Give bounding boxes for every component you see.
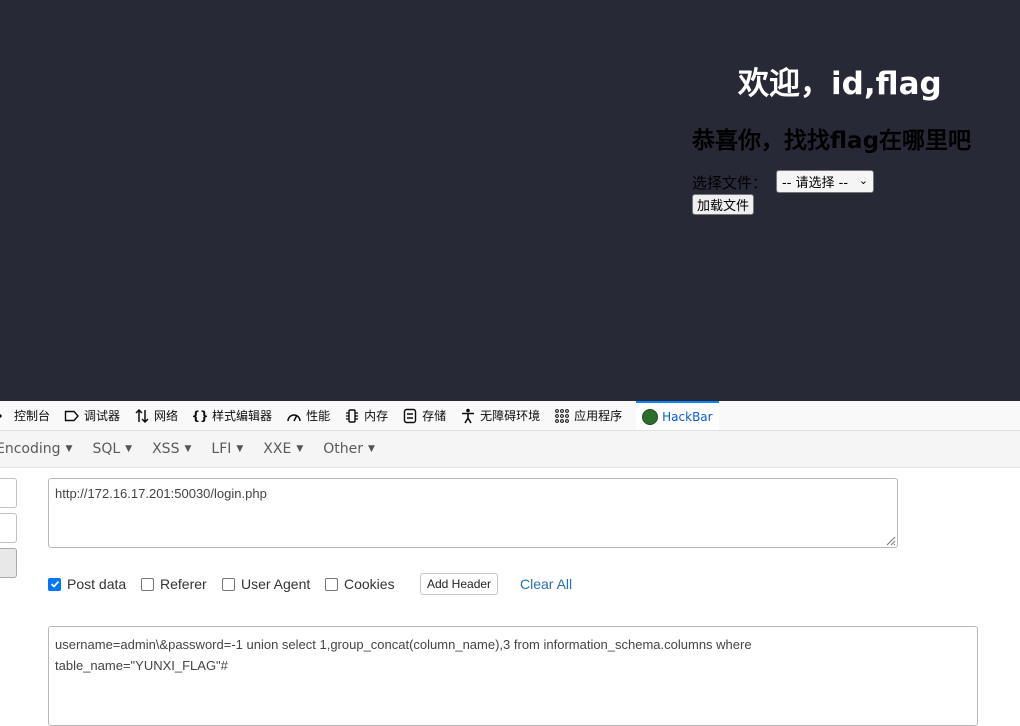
caret-down-icon: ▼ — [125, 444, 133, 454]
referer-checkbox[interactable] — [141, 577, 154, 591]
post-body-line: table_name="YUNXI_FLAG"# — [55, 658, 228, 673]
checkmark-icon — [50, 580, 59, 588]
web-page-area: 欢迎，id,flag 恭喜你，找找flag在哪里吧 选择文件： -- 请选择 -… — [0, 0, 1020, 401]
hackbar-logo-icon — [642, 408, 659, 425]
tab-application[interactable]: 应用程序 — [554, 401, 622, 430]
menu-label: XSS — [152, 441, 180, 457]
menu-label: SQL — [92, 441, 121, 457]
user-agent-checkbox[interactable] — [222, 577, 235, 591]
menu-label: Encoding — [0, 441, 61, 457]
split-url-button[interactable] — [0, 513, 17, 543]
caret-down-icon: ▼ — [236, 444, 244, 454]
menu-label: Other — [323, 441, 364, 457]
caret-down-icon: ▼ — [65, 444, 73, 454]
debugger-icon — [64, 408, 80, 424]
tab-storage[interactable]: 存储 — [402, 401, 446, 430]
menu-xss[interactable]: XSS ▼ — [152, 441, 191, 457]
tab-network[interactable]: 网络 — [134, 401, 178, 430]
tab-label: HackBar — [662, 409, 713, 424]
tab-label: 性能 — [306, 409, 331, 423]
console-icon — [0, 408, 10, 424]
user-agent-option[interactable]: User Agent — [222, 576, 310, 592]
tab-label: 调试器 — [84, 409, 121, 423]
style-editor-icon: {} — [191, 408, 209, 423]
clear-all-link[interactable]: Clear All — [520, 576, 572, 592]
congrats-subtitle: 恭喜你，找找flag在哪里吧 — [692, 128, 972, 154]
user-agent-label: User Agent — [241, 576, 311, 592]
storage-icon — [402, 408, 418, 424]
post-data-checkbox[interactable] — [48, 577, 61, 591]
tab-label: 内存 — [364, 409, 389, 423]
post-data-option[interactable]: Post data — [48, 576, 126, 592]
menu-sql[interactable]: SQL ▼ — [92, 441, 132, 457]
menu-label: XXE — [263, 441, 292, 457]
load-url-button[interactable] — [0, 478, 17, 508]
application-icon — [554, 408, 570, 424]
post-body-line: username=admin\&password=-1 union select… — [55, 637, 752, 652]
menu-label: LFI — [211, 441, 232, 457]
tab-performance[interactable]: 性能 — [286, 401, 330, 430]
file-select-dropdown[interactable]: -- 请选择 -- ⌄ — [776, 170, 874, 193]
tab-console[interactable]: 控制台 — [0, 401, 50, 430]
menu-xxe[interactable]: XXE ▼ — [263, 441, 303, 457]
tab-accessibility[interactable]: 无障碍环境 — [460, 401, 540, 430]
network-icon — [134, 408, 150, 424]
devtools-tab-bar: 控制台 调试器 网络 {} 样式编辑器 性能 内存 存储 无障碍环境 应用程序 … — [0, 401, 1020, 431]
resize-grip-icon[interactable] — [884, 534, 896, 546]
url-text: http://172.16.17.201:50030/login.php — [55, 486, 267, 501]
tab-label: 网络 — [154, 409, 179, 423]
menu-other[interactable]: Other ▼ — [323, 441, 375, 457]
post-data-label: Post data — [67, 576, 127, 592]
tab-memory[interactable]: 内存 — [344, 401, 388, 430]
file-select-value: -- 请选择 -- — [782, 176, 849, 191]
tab-style-editor[interactable]: {} 样式编辑器 — [191, 401, 273, 430]
tab-label: 样式编辑器 — [212, 409, 273, 423]
memory-icon — [344, 408, 360, 424]
performance-icon — [286, 408, 302, 424]
file-select-label: 选择文件： — [692, 174, 768, 192]
menu-lfi[interactable]: LFI ▼ — [211, 441, 243, 457]
caret-down-icon: ▼ — [368, 444, 375, 454]
caret-down-icon: ▼ — [296, 444, 304, 454]
add-header-button[interactable]: Add Header — [420, 573, 499, 595]
cookies-option[interactable]: Cookies — [325, 576, 395, 592]
hackbar-menu-bar: Encoding ▼ SQL ▼ XSS ▼ LFI ▼ XXE ▼ Other ▼ — [0, 431, 1020, 468]
welcome-heading: 欢迎，id,flag — [738, 66, 942, 102]
cookies-checkbox[interactable] — [325, 577, 338, 591]
caret-down-icon: ▼ — [184, 444, 192, 454]
tab-hackbar[interactable]: HackBar — [636, 401, 719, 430]
tab-label: 无障碍环境 — [480, 409, 541, 423]
menu-encoding[interactable]: Encoding ▼ — [0, 441, 72, 457]
tab-debugger[interactable]: 调试器 — [64, 401, 120, 430]
tab-label: 控制台 — [14, 409, 51, 423]
cookies-label: Cookies — [344, 576, 395, 592]
load-file-button[interactable]: 加载文件 — [692, 194, 755, 215]
post-body-textarea[interactable]: username=admin\&password=-1 union select… — [48, 626, 978, 726]
tab-label: 存储 — [422, 409, 447, 423]
accessibility-icon — [460, 408, 476, 424]
tab-label: 应用程序 — [574, 409, 623, 423]
chevron-down-icon: ⌄ — [858, 174, 868, 187]
execute-button[interactable] — [0, 548, 17, 578]
url-textarea[interactable]: http://172.16.17.201:50030/login.php — [48, 478, 898, 548]
referer-option[interactable]: Referer — [141, 576, 207, 592]
referer-label: Referer — [160, 576, 207, 592]
